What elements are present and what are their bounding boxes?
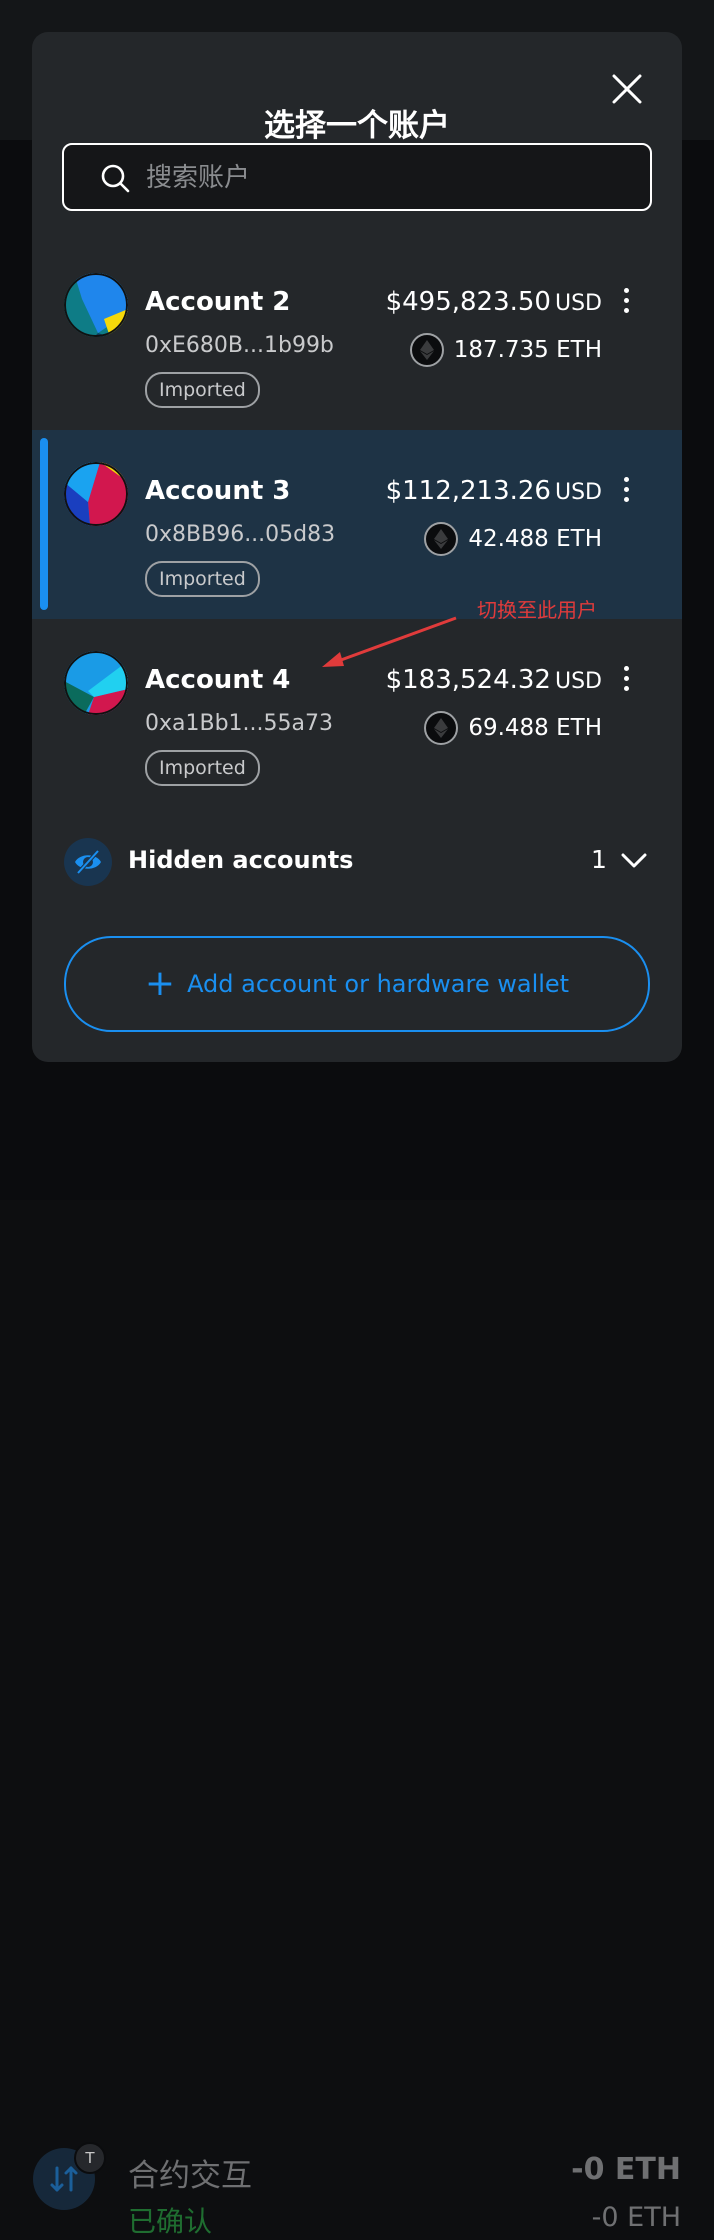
ethereum-icon — [424, 711, 459, 745]
balance-currency: USD — [554, 291, 602, 316]
eth-balance: 69.488 ETH — [424, 711, 602, 745]
ethereum-icon — [409, 333, 444, 367]
transaction-status: 已确认 — [128, 2205, 213, 2238]
eth-balance: 187.735 ETH — [409, 333, 602, 367]
account-item-3[interactable]: Account 3 0x8BB96...05d83 Imported $112,… — [32, 430, 682, 619]
eth-amount: 69.488 ETH — [468, 715, 602, 741]
selected-indicator — [40, 438, 48, 610]
imported-tag: Imported — [145, 561, 260, 597]
eth-amount: 187.735 ETH — [453, 337, 602, 363]
hidden-accounts-row[interactable]: Hidden accounts 1 — [32, 807, 682, 917]
background-transaction-row[interactable]: T 合约交互 已确认 -0 ETH -0 ETH — [0, 1062, 714, 2238]
network-badge: T — [74, 2142, 106, 2174]
search-icon — [100, 163, 130, 193]
modal-title: 选择一个账户 — [264, 108, 450, 144]
account-options-icon[interactable] — [620, 666, 632, 696]
account-selector-modal: 选择一个账户 Account 2 0xE680B...1b99b Importe… — [32, 32, 682, 1062]
search-field[interactable] — [62, 143, 652, 211]
account-options-icon[interactable] — [620, 477, 632, 507]
account-options-icon[interactable] — [620, 288, 632, 318]
account-balance: $112,213.26 USD — [386, 476, 602, 506]
account-name: Account 4 — [145, 665, 291, 695]
eth-balance: 42.488 ETH — [424, 522, 602, 556]
balance-value: $112,213.26 — [385, 476, 551, 506]
balance-currency: USD — [554, 669, 602, 694]
imported-tag: Imported — [145, 750, 260, 786]
ethereum-icon — [424, 522, 459, 556]
account-address: 0x8BB96...05d83 — [145, 522, 336, 547]
transaction-title: 合约交互 — [128, 2158, 252, 2194]
account-avatar — [64, 273, 128, 337]
account-avatar — [64, 651, 128, 715]
transaction-amount-secondary: -0 ETH — [591, 2202, 681, 2233]
transaction-amount: -0 ETH — [571, 2152, 681, 2187]
annotation-label: 切换至此用户 — [477, 598, 597, 622]
account-address: 0xE680B...1b99b — [145, 333, 334, 358]
account-name: Account 3 — [145, 476, 291, 506]
plus-icon: + — [144, 963, 176, 1004]
annotation-arrow — [322, 616, 457, 667]
account-address: 0xa1Bb1...55a73 — [145, 711, 333, 736]
chevron-down-icon[interactable] — [620, 851, 648, 871]
eye-slash-icon — [64, 838, 112, 886]
account-balance: $495,823.50 USD — [386, 287, 602, 317]
search-input[interactable] — [144, 145, 628, 211]
eth-amount: 42.488 ETH — [468, 526, 602, 552]
balance-currency: USD — [554, 480, 602, 505]
hidden-accounts-count: 1 — [591, 845, 607, 874]
close-icon[interactable] — [610, 72, 644, 106]
add-account-button[interactable]: + Add account or hardware wallet — [64, 936, 650, 1032]
balance-value: $495,823.50 — [385, 287, 551, 317]
account-name: Account 2 — [145, 287, 291, 317]
add-account-label: Add account or hardware wallet — [187, 970, 570, 998]
account-avatar — [64, 462, 128, 526]
account-item-2[interactable]: Account 2 0xE680B...1b99b Imported $495,… — [32, 241, 682, 430]
hidden-accounts-label: Hidden accounts — [128, 846, 354, 874]
imported-tag: Imported — [145, 372, 260, 408]
